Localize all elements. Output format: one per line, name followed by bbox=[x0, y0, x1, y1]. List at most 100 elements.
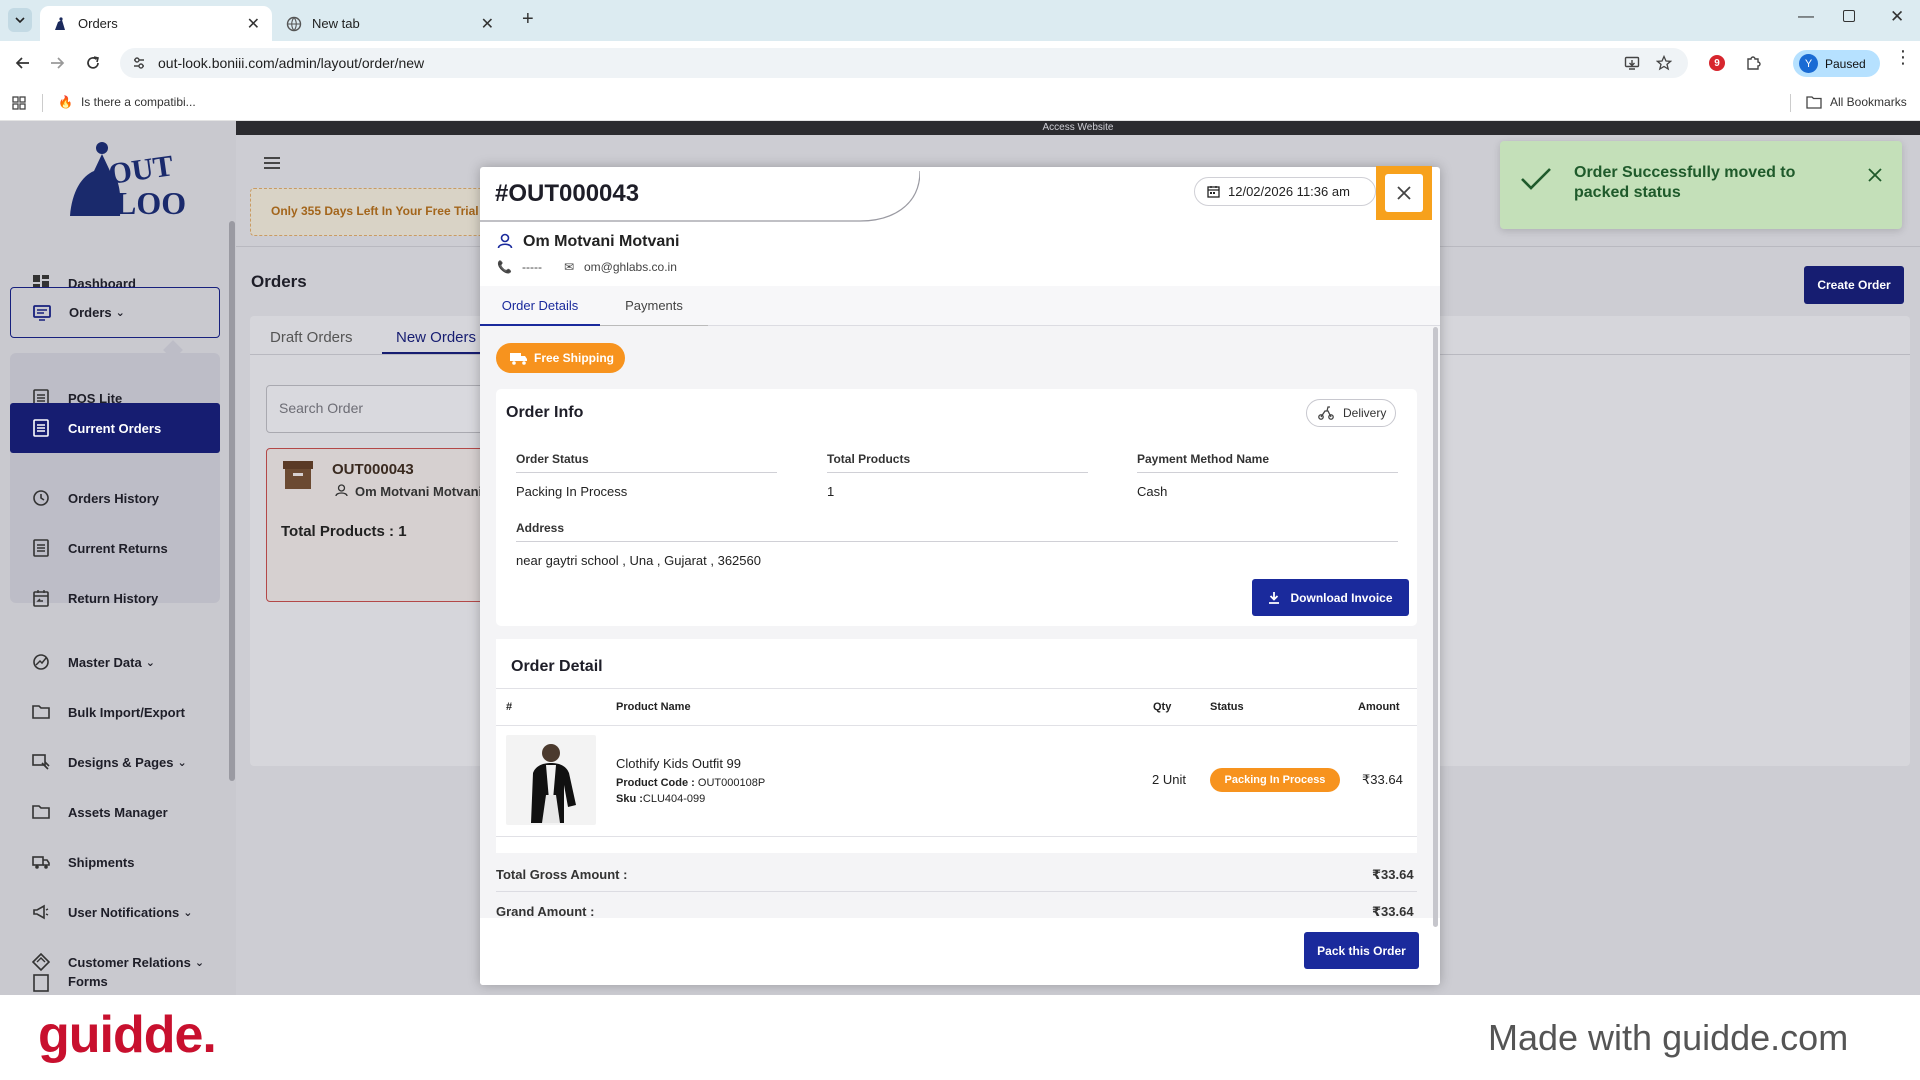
reload-icon[interactable] bbox=[80, 50, 106, 76]
install-app-icon[interactable] bbox=[1624, 55, 1640, 71]
pack-order-button[interactable]: Pack this Order bbox=[1304, 932, 1419, 969]
tab-draft-orders[interactable]: Draft Orders bbox=[270, 329, 353, 346]
form-icon bbox=[33, 974, 49, 992]
sidebar-item-shipments[interactable]: Shipments bbox=[10, 838, 220, 886]
sidebar-item-label: Customer Relations bbox=[68, 954, 191, 970]
sidebar-item-user-notifications[interactable]: User Notifications ⌄ bbox=[10, 888, 220, 936]
order-datetime: 12/02/2026 11:36 am bbox=[1194, 177, 1376, 206]
minimize-icon[interactable]: — bbox=[1798, 8, 1814, 26]
sidebar-item-label: Current Orders bbox=[68, 420, 162, 436]
browser-menu-icon[interactable]: ⋮ bbox=[1894, 48, 1912, 66]
sidebar-scrollbar[interactable] bbox=[229, 221, 235, 781]
tab-search-button[interactable] bbox=[8, 8, 32, 32]
order-card-total-products: Total Products : 1 bbox=[281, 523, 407, 540]
avatar: Y bbox=[1799, 54, 1818, 73]
sidebar-item-label: Orders bbox=[69, 305, 112, 320]
sidebar-item-label: Current Returns bbox=[68, 540, 168, 556]
sidebar-item-label: Orders History bbox=[68, 490, 160, 506]
tab-new-orders[interactable]: New Orders bbox=[382, 321, 482, 354]
bookmark-star-icon[interactable] bbox=[1656, 55, 1672, 71]
sidebar-item-orders-history[interactable]: Orders History bbox=[10, 474, 220, 522]
total-gross-label: Total Gross Amount : bbox=[496, 867, 628, 882]
close-window-icon[interactable]: ✕ bbox=[1890, 7, 1904, 27]
product-sku: Sku :CLU404-099 bbox=[616, 793, 705, 805]
extensions-puzzle-icon[interactable] bbox=[1745, 53, 1763, 71]
download-icon bbox=[1269, 592, 1280, 604]
col-amount: Amount bbox=[1358, 701, 1400, 713]
browser-tab-new[interactable]: New tab ✕ bbox=[274, 6, 506, 41]
close-tab-icon[interactable]: ✕ bbox=[247, 14, 260, 34]
sidebar-item-bulk-import-export[interactable]: Bulk Import/Export bbox=[10, 688, 220, 736]
sidebar-item-master-data[interactable]: Master Data ⌄ bbox=[10, 638, 220, 686]
extension-badge-icon[interactable]: 9 bbox=[1709, 55, 1725, 71]
modal-scrollbar[interactable] bbox=[1433, 327, 1438, 927]
trial-notice: Only 355 Days Left In Your Free Trial bbox=[250, 188, 510, 236]
download-invoice-button[interactable]: Download Invoice bbox=[1252, 579, 1409, 616]
hamburger-menu-icon[interactable] bbox=[264, 157, 280, 169]
delivery-label: Delivery bbox=[1343, 406, 1387, 420]
restore-icon[interactable] bbox=[1843, 10, 1855, 22]
free-shipping-badge: Free Shipping bbox=[496, 343, 625, 373]
sidebar-item-designs-pages[interactable]: Designs & Pages ⌄ bbox=[10, 738, 220, 786]
address-label: Address bbox=[516, 521, 565, 535]
checkmark-icon bbox=[1521, 168, 1551, 190]
sidebar-item-label: Assets Manager bbox=[68, 804, 168, 820]
browser-tab-orders[interactable]: Orders ✕ bbox=[40, 6, 272, 41]
product-thumbnail bbox=[506, 735, 596, 825]
product-qty: 2 Unit bbox=[1152, 772, 1186, 787]
all-bookmarks[interactable]: All Bookmarks bbox=[1806, 95, 1907, 109]
search-placeholder: Search Order bbox=[279, 400, 364, 416]
product-code-label: Product Code : bbox=[616, 777, 695, 789]
made-with-text: Made with guidde.com bbox=[1488, 1017, 1849, 1058]
sidebar-item-label: Master Data bbox=[68, 654, 142, 670]
back-icon[interactable] bbox=[10, 50, 36, 76]
chart-icon bbox=[33, 654, 49, 670]
handshake-icon bbox=[32, 953, 50, 971]
total-gross-value: ₹33.64 bbox=[1372, 867, 1414, 882]
bookmark-item[interactable]: 🔥 Is there a compatibi... bbox=[58, 95, 196, 109]
sidebar-item-current-returns[interactable]: Current Returns bbox=[10, 524, 220, 572]
user-icon bbox=[497, 233, 513, 249]
modal-footer bbox=[480, 918, 1440, 985]
tab-order-details[interactable]: Order Details bbox=[480, 286, 600, 326]
col-num: # bbox=[506, 701, 513, 713]
access-website-bar[interactable]: Access Website bbox=[236, 121, 1920, 135]
sidebar-item-label: Shipments bbox=[68, 854, 135, 870]
outlook-logo: OUT LOOK bbox=[70, 142, 185, 221]
close-tab-icon[interactable]: ✕ bbox=[481, 14, 494, 34]
sidebar-item-current-orders[interactable]: Current Orders bbox=[10, 403, 220, 453]
chevron-down-icon: ⌄ bbox=[115, 307, 125, 319]
payment-method-value: Cash bbox=[1137, 484, 1168, 499]
delivery-truck-icon bbox=[510, 352, 527, 365]
profile-button[interactable]: Y Paused bbox=[1793, 50, 1880, 77]
tab-label: Orders bbox=[78, 16, 118, 31]
search-order-input[interactable]: Search Order bbox=[266, 385, 486, 433]
payment-method-label: Payment Method Name bbox=[1137, 452, 1270, 466]
product-code: Product Code : OUT000108P bbox=[616, 777, 765, 789]
datetime-text: 12/02/2026 11:36 am bbox=[1228, 184, 1350, 199]
table-row[interactable]: Clothify Kids Outfit 99 Product Code : O… bbox=[496, 726, 1417, 836]
forward-icon[interactable] bbox=[44, 50, 70, 76]
sidebar-item-label: Bulk Import/Export bbox=[68, 704, 186, 720]
create-order-button[interactable]: Create Order bbox=[1804, 266, 1904, 304]
sidebar-item-return-history[interactable]: Return History bbox=[10, 574, 220, 622]
sidebar-item-orders[interactable]: Orders ⌄ bbox=[10, 287, 220, 338]
status-badge-label: Packing In Process bbox=[1224, 774, 1326, 786]
tab-label: New tab bbox=[312, 16, 360, 31]
close-toast-icon[interactable] bbox=[1868, 168, 1882, 182]
order-card[interactable]: OUT000043 Om Motvani Motvani Total Produ… bbox=[266, 448, 486, 602]
order-details-modal: #OUT000043 12/02/2026 11:36 am Om Motvan… bbox=[480, 167, 1440, 985]
tab-payments[interactable]: Payments bbox=[600, 286, 708, 326]
sidebar-item-assets-manager[interactable]: Assets Manager bbox=[10, 788, 220, 836]
trial-notice-text: Only 355 Days Left In Your Free Trial bbox=[271, 204, 479, 218]
address-bar[interactable]: out-look.boniii.com/admin/layout/order/n… bbox=[120, 48, 1688, 78]
product-code-value: OUT000108P bbox=[697, 777, 766, 789]
close-modal-button[interactable] bbox=[1376, 166, 1432, 220]
new-tab-icon[interactable]: + bbox=[522, 8, 534, 31]
apps-grid-icon[interactable] bbox=[12, 96, 26, 110]
free-shipping-label: Free Shipping bbox=[534, 351, 615, 365]
customer-contact: 📞 ----- ✉ om@ghlabs.co.in bbox=[497, 260, 677, 274]
site-settings-icon[interactable] bbox=[132, 56, 146, 70]
total-products-value: 1 bbox=[827, 484, 835, 499]
sidebar-item-forms[interactable]: Forms bbox=[10, 974, 220, 995]
